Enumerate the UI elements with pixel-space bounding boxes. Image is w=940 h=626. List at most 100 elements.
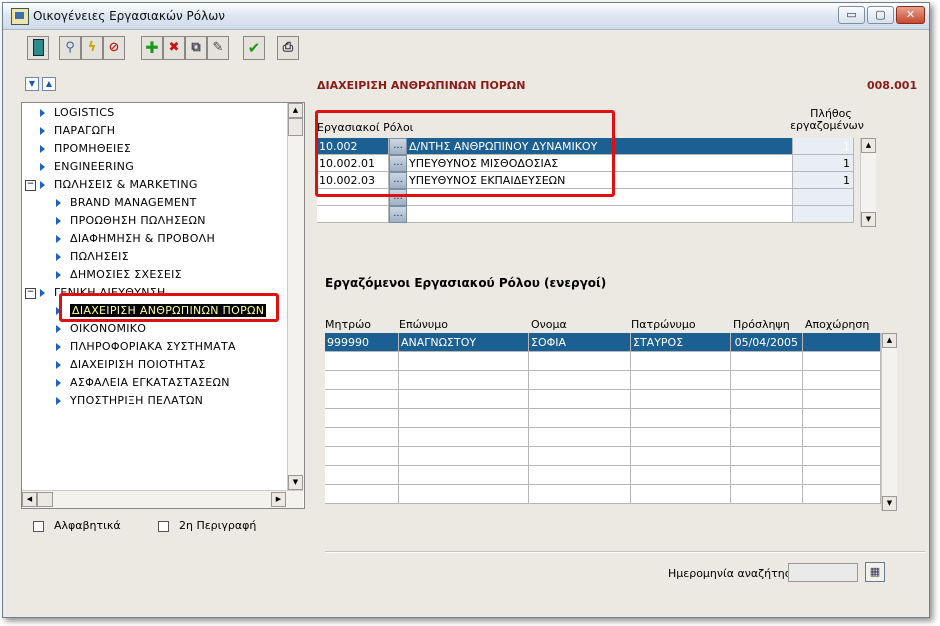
add-button[interactable]: ✚: [141, 36, 163, 60]
employee-cell[interactable]: [399, 466, 529, 485]
employee-cell[interactable]: [803, 447, 881, 466]
employee-cell[interactable]: [731, 428, 803, 447]
employee-cell[interactable]: [803, 371, 881, 390]
lookup-button[interactable]: ...: [389, 206, 407, 223]
edit-button[interactable]: ✎: [207, 36, 229, 60]
employee-cell[interactable]: [399, 371, 529, 390]
column-header[interactable]: Επώνυμο: [399, 318, 448, 331]
calendar-button[interactable]: ▦: [865, 562, 885, 582]
tree-vertical-scrollbar[interactable]: ▲ ▼: [287, 103, 304, 490]
employee-cell[interactable]: [399, 485, 529, 504]
employee-cell[interactable]: [325, 409, 399, 428]
tree-item[interactable]: ΠΡΟΩΘΗΣΗ ΠΩΛΗΣΕΩΝ: [56, 212, 206, 229]
employee-cell[interactable]: [529, 371, 631, 390]
employee-cell[interactable]: [325, 428, 399, 447]
employee-cell[interactable]: [803, 390, 881, 409]
employee-cell[interactable]: [529, 409, 631, 428]
close-button[interactable]: ✕: [896, 6, 925, 24]
tree-item[interactable]: ΠΡΟΜΗΘΕΙΕΣ: [40, 140, 131, 157]
tree-item[interactable]: ΥΠΟΣΤΗΡΙΞΗ ΠΕΛΑΤΩΝ: [56, 392, 203, 409]
maximize-button[interactable]: ▢: [867, 6, 894, 24]
employee-cell[interactable]: [803, 428, 881, 447]
search-button[interactable]: ⚲: [59, 36, 81, 60]
employee-cell[interactable]: [803, 333, 881, 352]
employee-cell[interactable]: [731, 390, 803, 409]
checkbox-box[interactable]: [158, 520, 169, 532]
scroll-left-icon[interactable]: ◀: [22, 492, 37, 507]
tree-item[interactable]: ΔΗΜΟΣΙΕΣ ΣΧΕΣΕΙΣ: [56, 266, 182, 283]
employee-cell[interactable]: [803, 409, 881, 428]
employee-cell[interactable]: [731, 409, 803, 428]
scroll-up-icon[interactable]: ▲: [882, 333, 897, 348]
cancel-button[interactable]: ⊘: [103, 36, 125, 60]
employee-cell[interactable]: ΣΟΦΙΑ: [529, 333, 631, 352]
scroll-down-icon[interactable]: ▼: [861, 212, 876, 227]
tree-horizontal-scrollbar[interactable]: ◀ ▶: [22, 490, 303, 508]
employee-cell[interactable]: [325, 485, 399, 504]
role-count-cell[interactable]: [793, 189, 854, 206]
employee-cell[interactable]: [325, 352, 399, 371]
collapse-all-button[interactable]: ▲: [42, 77, 56, 91]
tree-item[interactable]: ΠΑΡΑΓΩΓΗ: [40, 122, 115, 139]
copy-button[interactable]: ⧉: [185, 36, 207, 60]
employee-cell[interactable]: [325, 447, 399, 466]
tree-item[interactable]: BRAND MANAGEMENT: [56, 194, 197, 211]
employee-cell[interactable]: [631, 371, 731, 390]
employee-cell[interactable]: [399, 447, 529, 466]
column-header[interactable]: Πατρώνυμο: [631, 318, 696, 331]
employee-cell[interactable]: [731, 447, 803, 466]
employee-cell[interactable]: [529, 428, 631, 447]
employee-cell[interactable]: [631, 409, 731, 428]
employee-cell[interactable]: 999990: [325, 333, 399, 352]
employee-cell[interactable]: [731, 466, 803, 485]
employee-cell[interactable]: [631, 447, 731, 466]
scroll-up-icon[interactable]: ▲: [861, 138, 876, 153]
employee-cell[interactable]: [631, 390, 731, 409]
tree-item[interactable]: ΠΩΛΗΣΕΙΣ & MARKETING: [40, 176, 198, 193]
employee-cell[interactable]: [399, 409, 529, 428]
role-code-cell[interactable]: [317, 206, 389, 223]
tree-item[interactable]: ΠΩΛΗΣΕΙΣ: [56, 248, 129, 265]
scroll-up-icon[interactable]: ▲: [288, 103, 303, 118]
second-description-checkbox[interactable]: 2η Περιγραφή: [158, 519, 256, 532]
delete-button[interactable]: ✖: [163, 36, 185, 60]
tree-item[interactable]: ΟΙΚΟΝΟΜΙΚΟ: [56, 320, 146, 337]
employee-cell[interactable]: [731, 485, 803, 504]
employee-cell[interactable]: [399, 352, 529, 371]
tree-item[interactable]: ΔΙΑΦΗΜΗΣΗ & ΠΡΟΒΟΛΗ: [56, 230, 215, 247]
hscroll-thumb[interactable]: [37, 492, 53, 507]
role-count-cell[interactable]: [793, 206, 854, 223]
employee-cell[interactable]: ΣΤΑΥΡΟΣ: [631, 333, 731, 352]
employee-cell[interactable]: [399, 428, 529, 447]
exit-button[interactable]: [27, 36, 49, 60]
employee-cell[interactable]: [325, 466, 399, 485]
employee-cell[interactable]: [731, 352, 803, 371]
employee-cell[interactable]: [631, 466, 731, 485]
role-count-cell[interactable]: 1: [793, 138, 854, 155]
column-header[interactable]: Αποχώρηση: [805, 318, 869, 331]
scroll-down-icon[interactable]: ▼: [288, 475, 303, 490]
employee-cell[interactable]: [529, 466, 631, 485]
employees-scrollbar[interactable]: ▲ ▼: [881, 333, 897, 511]
expand-all-button[interactable]: ▼: [25, 77, 39, 91]
scroll-thumb[interactable]: [288, 118, 303, 136]
tree-item[interactable]: ENGINEERING: [40, 158, 134, 175]
employee-cell[interactable]: [325, 371, 399, 390]
tree-item[interactable]: ΑΣΦΑΛΕΙΑ ΕΓΚΑΤΑΣΤΑΣΕΩΝ: [56, 374, 230, 391]
tree-item[interactable]: LOGISTICS: [40, 104, 114, 121]
employee-cell[interactable]: [529, 352, 631, 371]
employee-cell[interactable]: [529, 485, 631, 504]
employee-cell[interactable]: [631, 428, 731, 447]
employee-cell[interactable]: [631, 485, 731, 504]
checkbox-box[interactable]: [33, 520, 44, 532]
tree-item[interactable]: ΔΙΑΧΕΙΡΙΣΗ ΠΟΙΟΤΗΤΑΣ: [56, 356, 206, 373]
minimize-button[interactable]: ▭: [838, 6, 865, 24]
scroll-down-icon[interactable]: ▼: [882, 496, 897, 511]
role-description-cell[interactable]: [407, 206, 793, 223]
employee-cell[interactable]: [631, 352, 731, 371]
employee-cell[interactable]: [325, 390, 399, 409]
employee-cell[interactable]: [529, 390, 631, 409]
roles-scrollbar[interactable]: ▲ ▼: [860, 138, 876, 227]
collapse-icon[interactable]: −: [25, 180, 36, 191]
employee-cell[interactable]: [803, 352, 881, 371]
